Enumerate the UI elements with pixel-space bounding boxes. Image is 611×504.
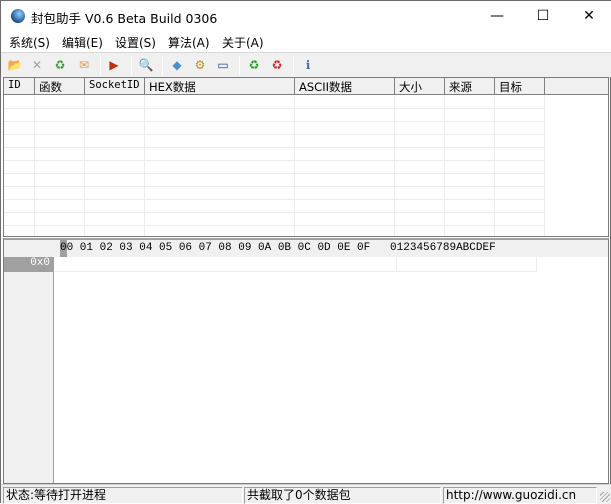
window-icon[interactable]: ▭ — [214, 56, 232, 74]
grid-line — [444, 95, 445, 236]
grid-line — [84, 95, 85, 236]
menu-bar: 系统(S) 编辑(E) 设置(S) 算法(A) 关于(A) — [1, 32, 611, 52]
filter-icon[interactable]: ⚙ — [191, 56, 209, 74]
close-button[interactable]: ✕ — [566, 1, 611, 31]
status-state: 状态:等待打开进程 — [3, 487, 243, 504]
grid-line — [4, 212, 544, 213]
hex-viewer[interactable]: 00 01 02 03 04 05 06 07 08 09 0A 0B 0C 0… — [3, 238, 609, 484]
column-target[interactable]: 目标 — [495, 78, 545, 95]
grid-line — [394, 95, 395, 236]
grid-line — [4, 225, 544, 226]
grid-line — [4, 121, 544, 122]
grid-line — [4, 160, 544, 161]
title-bar: 封包助手 V0.6 Beta Build 0306 — ☐ ✕ — [1, 1, 611, 32]
mail-icon[interactable]: ✉ — [75, 56, 93, 74]
grid-line — [4, 147, 544, 148]
status-packet-count: 共截取了0个数据包 — [244, 487, 441, 504]
grid-line — [4, 186, 544, 187]
menu-about[interactable]: 关于(A) — [222, 34, 264, 51]
network-icon[interactable]: ◆ — [168, 56, 186, 74]
toolbar-separator — [239, 56, 240, 75]
window-title: 封包助手 V0.6 Beta Build 0306 — [31, 11, 218, 26]
grid-line — [4, 173, 544, 174]
status-url[interactable]: http://www.guozidi.cn — [443, 487, 597, 504]
column-hex-data[interactable]: HEX数据 — [145, 78, 295, 95]
grid-line — [4, 108, 544, 109]
column-id[interactable]: ID — [4, 78, 35, 95]
grid-line — [494, 95, 495, 236]
menu-settings[interactable]: 设置(S) — [115, 34, 156, 51]
column-filler — [545, 78, 608, 95]
info-icon[interactable]: ℹ — [299, 56, 317, 74]
toolbar: 📂 ✕ ♻ ✉ ▶ 🔍 ◆ ⚙ ▭ ♻ ♻ ℹ — [1, 52, 611, 77]
resize-grip[interactable] — [600, 492, 610, 502]
column-size[interactable]: 大小 — [395, 78, 445, 95]
hex-bytes-cell[interactable] — [55, 257, 397, 272]
open-folder-icon[interactable]: 📂 — [6, 56, 24, 74]
column-socketid[interactable]: SocketID — [85, 78, 145, 95]
column-function[interactable]: 函数 — [35, 78, 85, 95]
column-ascii-data[interactable]: ASCII数据 — [295, 78, 395, 95]
red-recycle-icon[interactable]: ♻ — [268, 56, 286, 74]
menu-algorithm[interactable]: 算法(A) — [168, 34, 210, 51]
toolbar-separator — [100, 56, 101, 75]
grid-line — [34, 95, 35, 236]
hex-header-text: 00 01 02 03 04 05 06 07 08 09 0A 0B 0C 0… — [60, 242, 496, 254]
packet-list[interactable]: ID 函数 SocketID HEX数据 ASCII数据 大小 来源 目标 — [3, 77, 609, 237]
maximize-button[interactable]: ☐ — [520, 1, 566, 31]
grid-line — [544, 95, 545, 236]
menu-edit[interactable]: 编辑(E) — [62, 34, 103, 51]
grid-line — [4, 134, 544, 135]
green-recycle-icon[interactable]: ♻ — [245, 56, 263, 74]
toolbar-separator — [293, 56, 294, 75]
grid-line — [294, 95, 295, 236]
status-bar: 状态:等待打开进程 共截取了0个数据包 http://www.guozidi.c… — [1, 484, 611, 504]
recycle-bin-icon[interactable]: ♻ — [51, 56, 69, 74]
stop-icon[interactable]: ✕ — [28, 56, 46, 74]
hex-row-header: 0x0 — [4, 257, 54, 483]
grid-line — [144, 95, 145, 236]
hex-column-header: 00 01 02 03 04 05 06 07 08 09 0A 0B 0C 0… — [4, 240, 608, 257]
column-source[interactable]: 来源 — [445, 78, 495, 95]
menu-system[interactable]: 系统(S) — [9, 34, 50, 51]
hex-ascii-cell[interactable] — [397, 257, 537, 272]
hex-row-address: 0x0 — [4, 257, 54, 272]
toolbar-separator — [162, 56, 163, 75]
play-icon[interactable]: ▶ — [105, 56, 123, 74]
grid-line — [4, 199, 544, 200]
minimize-button[interactable]: — — [474, 1, 520, 31]
app-icon — [11, 9, 25, 23]
toolbar-separator — [131, 56, 132, 75]
search-icon[interactable]: 🔍 — [137, 56, 155, 74]
